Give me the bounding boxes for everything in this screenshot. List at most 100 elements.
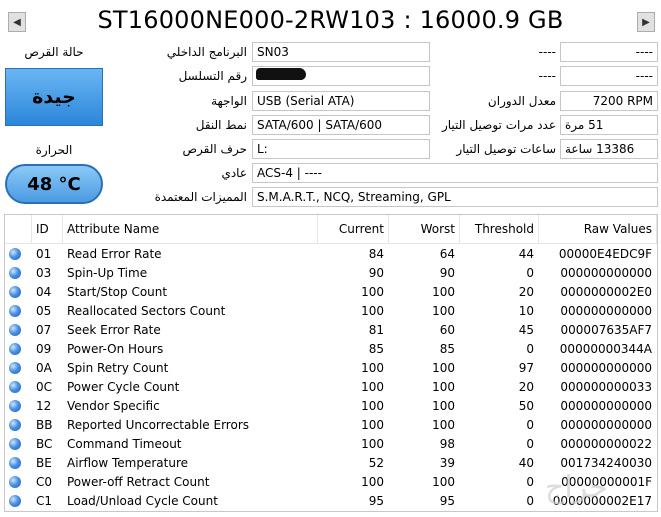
cell-worst: 100	[432, 303, 455, 318]
status-good-icon	[9, 286, 21, 298]
cell-worst: 98	[439, 436, 455, 451]
header-attribute-name[interactable]: Attribute Name	[62, 215, 318, 244]
health-status-badge[interactable]: جيدة	[5, 68, 103, 126]
status-dot-cell	[5, 358, 32, 377]
table-row[interactable]: 12 Vendor Specific 100 100 50 000000000000	[5, 396, 657, 415]
cell-current: 100	[361, 303, 384, 318]
features-field: S.M.A.R.T., NCQ, Streaming, GPL	[252, 187, 658, 207]
cell-raw-value: 000000000000	[560, 398, 652, 413]
header-raw-values[interactable]: Raw Values	[538, 215, 657, 244]
interface-field: USB (Serial ATA)	[252, 91, 430, 111]
cell-raw-value: 000000000000	[560, 417, 652, 432]
interface-label: الواجهة	[211, 94, 247, 108]
status-good-icon	[9, 343, 21, 355]
firmware-field: SN03	[252, 42, 430, 62]
status-dot-cell	[5, 434, 32, 453]
table-row[interactable]: 03 Spin-Up Time 90 90 0 000000000000	[5, 263, 657, 282]
cell-raw-value: 00000000344A	[559, 341, 652, 356]
table-row[interactable]: 0C Power Cycle Count 100 100 20 000000000033	[5, 377, 657, 396]
cell-id: C0	[36, 474, 53, 489]
table-row[interactable]: 05 Reallocated Sectors Count 100 100 10 00000…	[5, 301, 657, 320]
standard-label: عادي	[221, 166, 247, 180]
standard-field: ACS-4 | ----	[252, 163, 658, 183]
disk-title: ST16000NE000-2RW103 : 16000.9 GB	[97, 6, 564, 34]
table-row[interactable]: 09 Power-On Hours 85 85 0 00000000344A	[5, 339, 657, 358]
mid-dash-2: ----	[538, 69, 556, 83]
cell-current: 100	[361, 360, 384, 375]
table-row[interactable]: 07 Seek Error Rate 81 60 45 000007635AF7	[5, 320, 657, 339]
drive-letter-label: حرف القرص	[182, 142, 247, 156]
cell-worst: 100	[432, 360, 455, 375]
table-row[interactable]: BC Command Timeout 100 98 0 000000000022	[5, 434, 657, 453]
cell-worst: 100	[432, 474, 455, 489]
smart-attributes-table[interactable]: ID Attribute Name Current Worst Threshol…	[4, 214, 658, 512]
health-status-text: جيدة	[32, 86, 76, 108]
cell-worst: 85	[439, 341, 455, 356]
table-row[interactable]: 0A Spin Retry Count 100 100 97 000000000000	[5, 358, 657, 377]
cell-id: BB	[36, 417, 53, 432]
cell-attribute-name: Spin-Up Time	[67, 265, 148, 280]
cell-current: 84	[368, 246, 384, 261]
header-status[interactable]	[5, 215, 32, 244]
right-field-1: ----	[560, 42, 658, 62]
cell-id: 0C	[36, 379, 53, 394]
cell-raw-value: 000000000000	[560, 265, 652, 280]
rotation-rate-label: معدل الدوران	[487, 94, 556, 108]
cell-current: 100	[361, 436, 384, 451]
cell-current: 90	[368, 265, 384, 280]
header-worst[interactable]: Worst	[388, 215, 460, 244]
cell-id: 12	[36, 398, 52, 413]
status-dot-cell	[5, 377, 32, 396]
status-good-icon	[9, 267, 21, 279]
cell-current: 100	[361, 474, 384, 489]
temperature-value: 48 °C	[27, 173, 81, 195]
cell-id: 01	[36, 246, 52, 261]
cell-current: 85	[368, 341, 384, 356]
cell-attribute-name: Reported Uncorrectable Errors	[67, 417, 250, 432]
cell-raw-value: 000000000000	[560, 360, 652, 375]
table-row[interactable]: 01 Read Error Rate 84 64 44 00000E4EDC9F	[5, 244, 657, 264]
drive-letter-field: L:	[252, 139, 430, 159]
cell-current: 100	[361, 284, 384, 299]
cell-current: 100	[361, 417, 384, 432]
firmware-label: البرنامج الداخلي	[166, 45, 247, 59]
cell-attribute-name: Airflow Temperature	[67, 455, 189, 470]
header-id[interactable]: ID	[31, 215, 63, 244]
cell-attribute-name: Power Cycle Count	[67, 379, 180, 394]
cell-worst: 60	[439, 322, 455, 337]
header-threshold[interactable]: Threshold	[459, 215, 539, 244]
table-row[interactable]: BB Reported Uncorrectable Errors 100 100 0 00…	[5, 415, 657, 434]
power-on-hours-field: 13386 ساعة	[560, 139, 658, 159]
status-dot-cell	[5, 396, 32, 415]
cell-raw-value: 000000000033	[560, 379, 652, 394]
status-dot-cell	[5, 282, 32, 301]
cell-threshold: 40	[518, 455, 534, 470]
status-dot-cell	[5, 339, 32, 358]
rotation-rate-field: 7200 RPM	[560, 91, 658, 111]
health-label: حالة القرص	[24, 45, 84, 59]
temperature-badge[interactable]: 48 °C	[5, 164, 103, 204]
cell-attribute-name: Command Timeout	[67, 436, 182, 451]
status-good-icon	[9, 248, 21, 260]
cell-current: 100	[361, 398, 384, 413]
cell-id: 09	[36, 341, 52, 356]
table-header-row: ID Attribute Name Current Worst Threshol…	[5, 215, 657, 244]
cell-id: BE	[36, 455, 52, 470]
cell-id: BC	[36, 436, 53, 451]
cell-id: 07	[36, 322, 52, 337]
cell-worst: 100	[432, 284, 455, 299]
cell-threshold: 20	[518, 284, 534, 299]
cell-threshold: 97	[518, 360, 534, 375]
features-label: المميزات المعتمدة	[154, 190, 247, 204]
power-on-count-label: عدد مرات توصيل التيار	[441, 118, 556, 132]
cell-id: 05	[36, 303, 52, 318]
cell-raw-value: 000000000022	[560, 436, 652, 451]
cell-current: 52	[368, 455, 384, 470]
cell-id: 0A	[36, 360, 52, 375]
cell-attribute-name: Spin Retry Count	[67, 360, 169, 375]
cell-attribute-name: Power-On Hours	[67, 341, 164, 356]
header-current[interactable]: Current	[317, 215, 389, 244]
status-dot-cell	[5, 491, 32, 510]
cell-threshold: 0	[526, 265, 534, 280]
table-row[interactable]: 04 Start/Stop Count 100 100 20 0000000002E0	[5, 282, 657, 301]
